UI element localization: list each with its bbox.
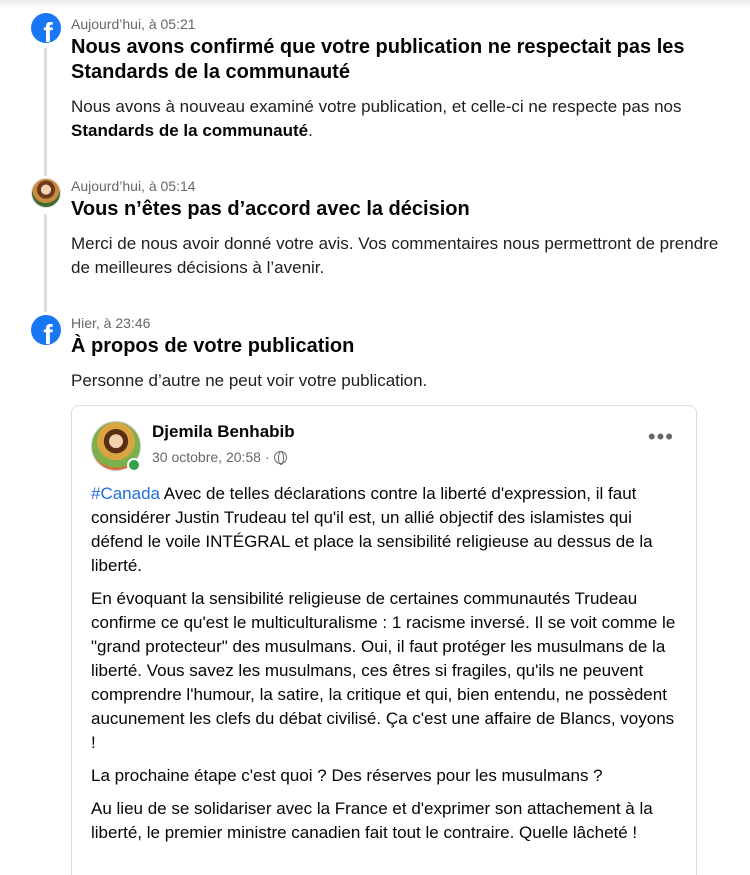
post-text: #Canada Avec de telles déclarations cont… <box>91 482 681 854</box>
community-standards-link[interactable]: Standards de la communauté <box>71 121 308 140</box>
notification-time: Hier, à 23:46 <box>71 315 151 331</box>
post-date[interactable]: 30 octobre, 20:58 <box>152 449 261 465</box>
hashtag-link[interactable]: #Canada <box>91 484 160 503</box>
notification-body: Merci de nous avoir donné votre avis. Vo… <box>71 234 719 277</box>
online-status-icon <box>127 458 141 472</box>
facebook-icon: f <box>31 13 61 43</box>
more-options-icon[interactable]: ••• <box>648 426 674 448</box>
notification-item: Hier, à 23:46 À propos de votre publicat… <box>71 315 731 393</box>
notification-time: Aujourd’hui, à 05:21 <box>71 16 196 32</box>
user-avatar <box>31 178 61 208</box>
post-paragraph: En évoquant la sensibilité religieuse de… <box>91 589 676 752</box>
notification-body: Nous avons à nouveau examiné votre publi… <box>71 97 682 140</box>
post-paragraph: La prochaine étape c'est quoi ? Des rése… <box>91 766 603 785</box>
notification-title: Vous n’êtes pas d’accord avec la décisio… <box>71 198 470 220</box>
facebook-icon: f <box>31 315 61 345</box>
notification-time: Aujourd’hui, à 05:14 <box>71 178 196 194</box>
notification-item: Aujourd’hui, à 05:14 Vous n’êtes pas d’a… <box>71 178 731 280</box>
post-paragraph: Au lieu de se solidariser avec la France… <box>91 799 653 842</box>
post-card: Djemila Benhabib 30 octobre, 20:58 · •••… <box>71 405 697 875</box>
top-shadow <box>0 0 750 8</box>
notification-body: Personne d’autre ne peut voir votre publ… <box>71 371 428 390</box>
post-paragraph: #Canada Avec de telles déclarations cont… <box>91 484 653 575</box>
notification-title: À propos de votre publication <box>71 335 355 357</box>
notification-title: Nous avons confirmé que votre publicatio… <box>71 36 685 83</box>
timeline-connector <box>44 214 47 312</box>
globe-icon <box>273 450 287 465</box>
timeline-connector <box>44 48 47 176</box>
post-meta: 30 octobre, 20:58 · <box>152 449 287 465</box>
notification-item: Aujourd’hui, à 05:21 Nous avons confirmé… <box>71 16 731 143</box>
post-author[interactable]: Djemila Benhabib <box>152 422 295 442</box>
meta-separator: · <box>264 449 270 465</box>
